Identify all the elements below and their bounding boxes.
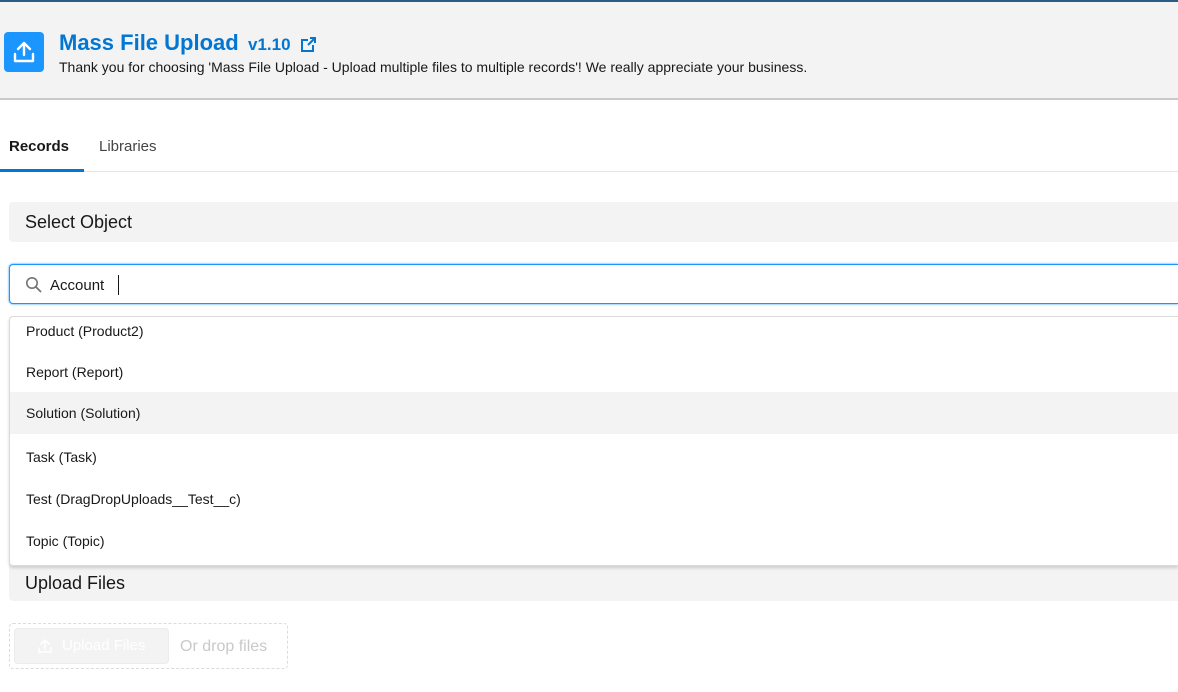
external-link-icon[interactable]	[300, 36, 317, 58]
upload-files-header: Upload Files	[9, 562, 1178, 601]
file-drop-zone[interactable]: Upload Files Or drop files	[9, 623, 288, 669]
dropdown-option-topic[interactable]: Topic (Topic)	[10, 520, 1178, 562]
tab-bar: Records Libraries	[0, 100, 1178, 172]
object-search-input[interactable]	[50, 271, 1150, 299]
object-search-box[interactable]	[9, 264, 1178, 304]
app-header: Mass File Upload v1.10 Thank you for cho…	[0, 2, 1178, 100]
upload-icon	[38, 639, 52, 653]
tab-records[interactable]: Records	[0, 138, 84, 172]
app-title: Mass File Upload	[59, 30, 239, 55]
upload-button-label: Upload Files	[62, 637, 146, 654]
app-subtitle: Thank you for choosing 'Mass File Upload…	[59, 59, 808, 75]
dropdown-option-test[interactable]: Test (DragDropUploads__Test__c)	[10, 478, 1178, 520]
select-object-header: Select Object	[9, 202, 1178, 242]
search-icon	[25, 276, 42, 298]
text-cursor	[118, 275, 119, 295]
upload-files-button[interactable]: Upload Files	[14, 628, 169, 664]
dropdown-option-product[interactable]: Product (Product2)	[10, 317, 1178, 352]
drop-files-text: Or drop files	[180, 638, 268, 655]
upload-icon	[4, 32, 44, 72]
object-dropdown-list[interactable]: Product (Product2) Report (Report) Solut…	[9, 316, 1178, 566]
dropdown-option-solution[interactable]: Solution (Solution)	[10, 392, 1178, 434]
app-version: v1.10	[248, 35, 291, 54]
dropdown-option-report[interactable]: Report (Report)	[10, 351, 1178, 393]
dropdown-option-task[interactable]: Task (Task)	[10, 436, 1178, 478]
tab-libraries[interactable]: Libraries	[99, 138, 157, 172]
